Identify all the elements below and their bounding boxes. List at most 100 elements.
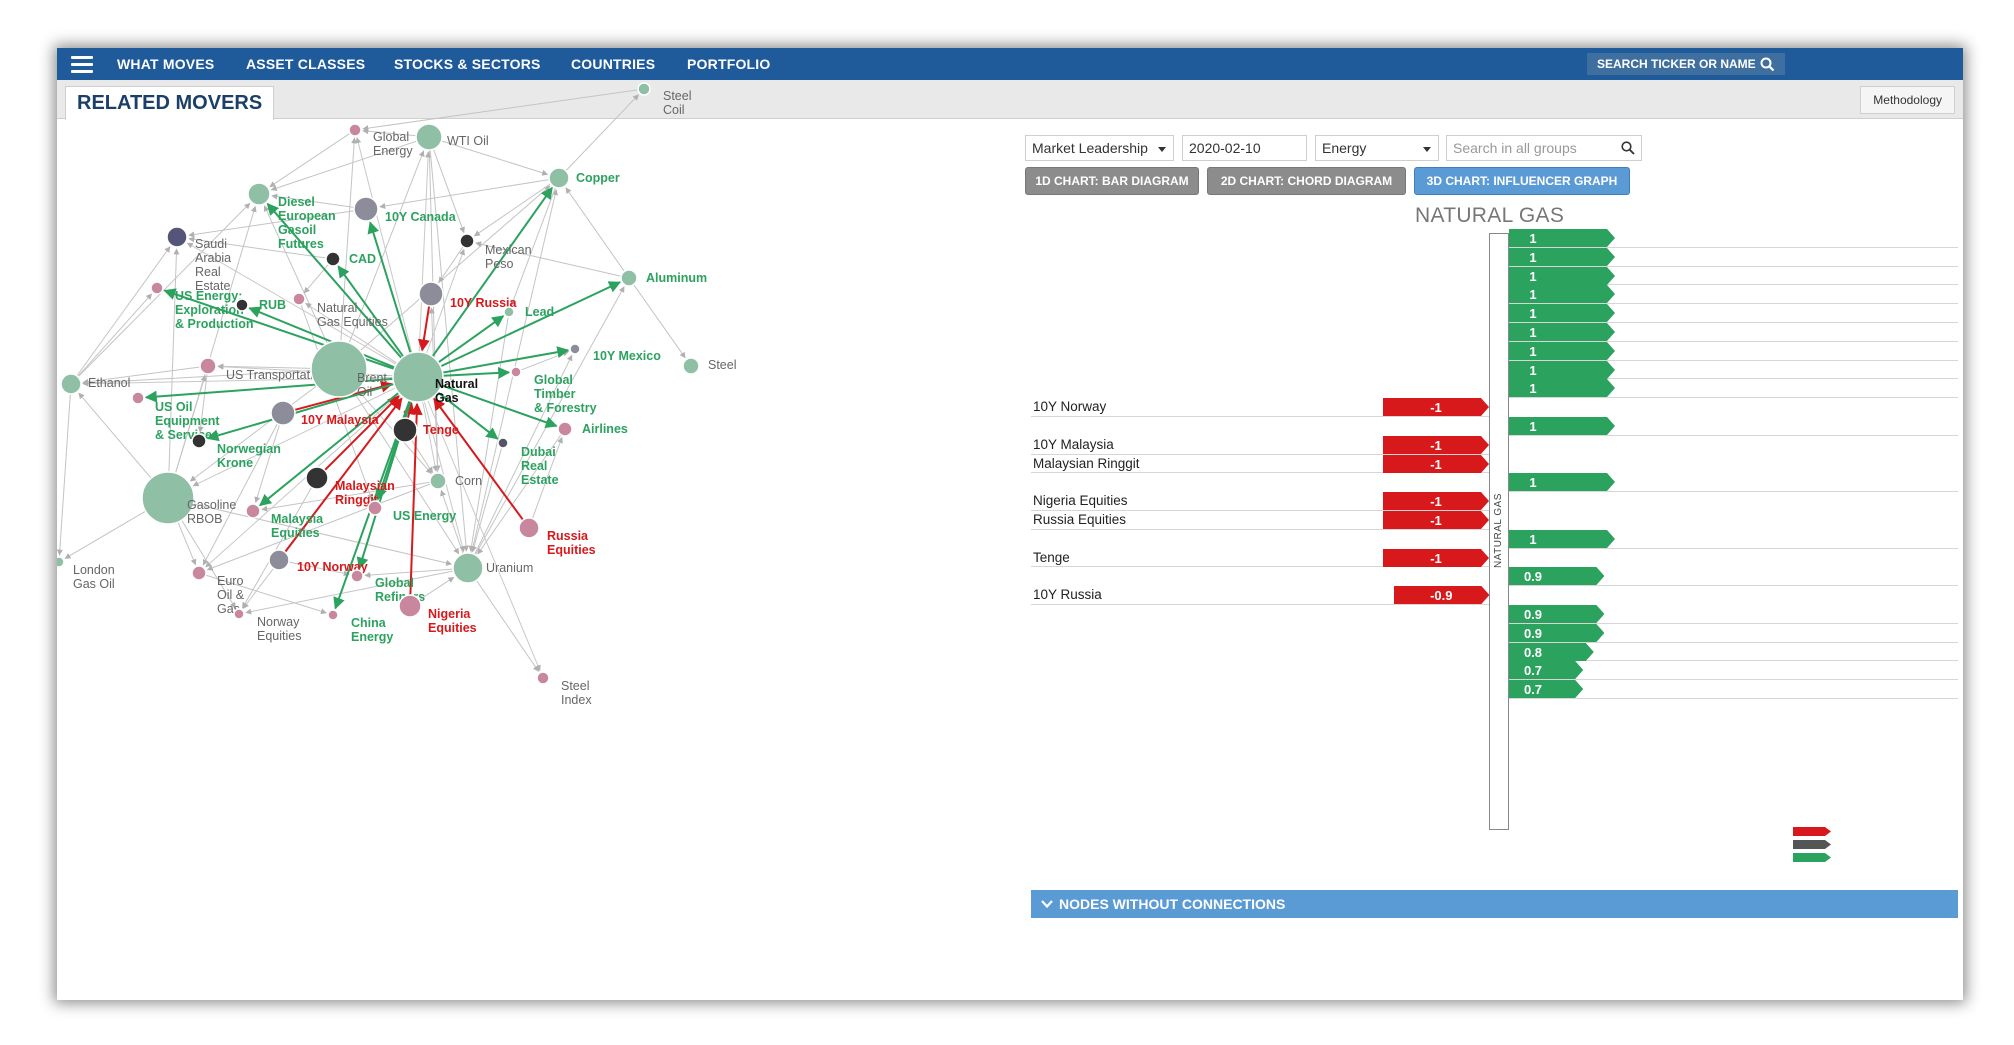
chart-1d-bar-button[interactable]: 1D CHART: BAR DIAGRAM	[1025, 167, 1199, 195]
graph-node-corn[interactable]	[429, 472, 447, 490]
graph-node-wti-oil[interactable]	[415, 123, 443, 151]
graph-node-label-china-energy: China Energy	[351, 616, 393, 644]
chart-2d-chord-button[interactable]: 2D CHART: CHORD DIAGRAM	[1207, 167, 1406, 195]
graph-node-london-gas-oil[interactable]	[57, 556, 65, 568]
graph-node-malaysian-ringgit[interactable]	[305, 466, 329, 490]
graph-edge-neutral	[362, 89, 639, 132]
graph-node-global-timber-forestry[interactable]	[510, 366, 522, 378]
chart-bar-value: 1	[1529, 249, 1537, 265]
chart-bar-value: 1	[1529, 381, 1537, 397]
graph-node-10y-canada[interactable]	[353, 196, 379, 222]
chart-bar-value: 1	[1529, 306, 1537, 322]
graph-node-steel-coil[interactable]	[637, 82, 651, 96]
graph-node-natural-gas-equities[interactable]	[292, 292, 306, 306]
graph-node-label-nigeria-equities: Nigeria Equities	[428, 607, 477, 635]
methodology-button[interactable]: Methodology	[1860, 86, 1955, 114]
chart-row-label: Tenge	[1033, 549, 1070, 565]
graph-node-saudi-arabia-real-estate[interactable]	[166, 226, 188, 248]
graph-node-label-malaysia-equities: Malaysia Equities	[271, 512, 324, 540]
graph-node-aluminum[interactable]	[620, 269, 638, 287]
graph-node-uranium[interactable]	[452, 552, 484, 584]
graph-node-norwegian-krone[interactable]	[191, 433, 207, 449]
graph-node-us-energy[interactable]	[367, 500, 383, 516]
graph-node-label-copper: Copper	[576, 171, 620, 185]
graph-edge-neutral	[78, 392, 152, 479]
graph-node-airlines[interactable]	[557, 421, 573, 437]
graph-node-10y-norway[interactable]	[268, 549, 290, 571]
graph-node-rub[interactable]	[235, 298, 249, 312]
graph-node-lead[interactable]	[503, 306, 515, 318]
chart-row-label: 10Y Norway	[1033, 399, 1107, 415]
graph-node-tenge[interactable]	[392, 417, 418, 443]
search-ticker-button[interactable]: SEARCH TICKER OR NAME	[1587, 53, 1785, 75]
chart-bar-value: -1	[1430, 437, 1442, 453]
chart-bar-value: -0.9	[1430, 588, 1453, 604]
graph-node-label-global-timber-forestry: Global Timber & Forestry	[534, 373, 597, 415]
search-icon	[1760, 57, 1775, 72]
graph-node-label-natural-gas-equities: Natural Gas Equities	[317, 301, 388, 329]
graph-node-norway-equities[interactable]	[233, 608, 245, 620]
graph-node-dubai-real-estate[interactable]	[497, 437, 509, 449]
chart-row-label: Russia Equities	[1033, 512, 1127, 527]
graph-node-label-global-energy: Global Energy	[373, 130, 413, 158]
legend-swatch	[1793, 827, 1831, 836]
graph-node-ethanol[interactable]	[60, 373, 82, 395]
search-ticker-label: SEARCH TICKER OR NAME	[1597, 57, 1756, 71]
graph-edge-neutral	[77, 293, 153, 377]
graph-node-diesel-european-gasoil-futures[interactable]	[247, 182, 271, 206]
graph-node-label-steel-index: Steel Index	[561, 679, 592, 707]
graph-node-label-aluminum: Aluminum	[646, 271, 707, 285]
graph-node-label-10y-canada: 10Y Canada	[385, 210, 457, 224]
graph-node-label-airlines: Airlines	[582, 422, 628, 436]
nodes-without-connections-label: NODES WITHOUT CONNECTIONS	[1059, 896, 1286, 912]
graph-node-mexican-peso[interactable]	[459, 233, 475, 249]
graph-node-global-refiners[interactable]	[350, 569, 364, 583]
graph-edge-neutral	[269, 132, 351, 188]
graph-node-russia-equities[interactable]	[518, 517, 540, 539]
group-search-input[interactable]: Search in all groups	[1446, 135, 1642, 161]
graph-node-label-us-energy: US Energy	[393, 509, 456, 523]
graph-edge-leads	[442, 346, 570, 374]
graph-node-label-norway-equities: Norway Equities	[257, 615, 301, 643]
graph-edge-neutral	[565, 94, 639, 172]
chart-title: NATURAL GAS	[1415, 204, 1565, 227]
chart-row-label: 10Y Russia	[1033, 587, 1102, 603]
graph-node-10y-mexico[interactable]	[569, 343, 581, 355]
graph-node-10y-russia[interactable]	[418, 281, 444, 307]
graph-node-10y-malaysia[interactable]	[270, 400, 296, 426]
graph-node-steel[interactable]	[682, 357, 700, 375]
chart-3d-influencer-button[interactable]: 3D CHART: INFLUENCER GRAPH	[1414, 167, 1630, 195]
graph-node-label-lead: Lead	[525, 305, 554, 319]
graph-node-label-russia-equities: Russia Equities	[547, 529, 596, 557]
graph-node-malaysia-equities[interactable]	[245, 503, 261, 519]
graph-edge-neutral	[468, 316, 509, 552]
graph-node-label-london-gas-oil: London Gas Oil	[73, 563, 115, 591]
chart-bar-value: 0.7	[1523, 682, 1543, 698]
chart-bar-value: 0.7	[1523, 663, 1543, 679]
graph-node-global-energy[interactable]	[348, 123, 362, 137]
graph-edge-leads	[367, 221, 412, 354]
chart-bar-value: -1	[1430, 494, 1442, 510]
graph-node-china-energy[interactable]	[327, 609, 339, 621]
graph-node-label-tenge: Tenge	[423, 423, 459, 437]
chart-bar-value: -1	[1430, 513, 1442, 528]
chart-row-label: Malaysian Ringgit	[1033, 455, 1140, 471]
graph-node-us-oil-equipment-services[interactable]	[131, 391, 145, 405]
group-select[interactable]: Energy	[1315, 135, 1439, 161]
graph-edge-neutral	[633, 284, 686, 359]
graph-node-steel-index[interactable]	[536, 671, 550, 685]
graph-node-nigeria-equities[interactable]	[398, 594, 422, 618]
nodes-without-connections-toggle[interactable]: NODES WITHOUT CONNECTIONS	[1031, 890, 1958, 918]
chart-bar-value: 0.8	[1523, 644, 1543, 660]
chevron-down-icon	[1041, 900, 1053, 909]
graph-node-us-transportation[interactable]	[199, 357, 217, 375]
graph-node-label-corn: Corn	[455, 474, 482, 488]
date-field[interactable]: 2020-02-10	[1182, 135, 1307, 161]
mode-select[interactable]: Market Leadership	[1025, 135, 1174, 161]
graph-node-us-energy-exploration-production[interactable]	[150, 281, 164, 295]
graph-node-cad[interactable]	[325, 251, 341, 267]
graph-node-label-dubai-real-estate: Dubai Real Estate	[521, 445, 559, 487]
group-select-value: Energy	[1322, 140, 1367, 156]
graph-node-euro-oil-gas[interactable]	[191, 565, 207, 581]
graph-node-copper[interactable]	[548, 167, 570, 189]
